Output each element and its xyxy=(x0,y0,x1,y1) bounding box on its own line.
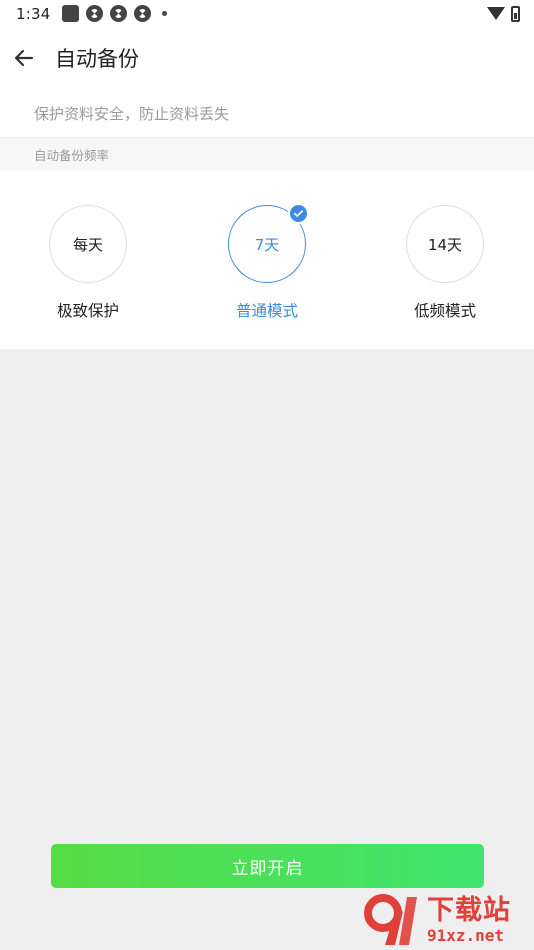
option-label: 低频模式 xyxy=(413,302,476,320)
battery-icon xyxy=(511,5,520,22)
notification-icons xyxy=(62,5,168,22)
option-14-days[interactable]: 14天 低频模式 xyxy=(385,205,505,321)
status-time: 1:34 xyxy=(16,4,51,23)
dot-icon xyxy=(162,11,168,16)
frequency-options: 每天 极致保护 7天 普通模式 14天 低频模式 xyxy=(0,171,534,349)
pinwheel-icon xyxy=(86,5,104,22)
watermark-url: 91xz.net xyxy=(427,925,505,945)
system-icons xyxy=(487,5,520,22)
watermark-name: 下载站 xyxy=(427,894,511,926)
option-circle[interactable]: 7天 xyxy=(228,203,309,283)
wifi-icon xyxy=(487,7,505,20)
pinwheel-icon xyxy=(110,5,128,22)
status-bar: 1:34 xyxy=(0,0,534,27)
option-daily[interactable]: 每天 极致保护 xyxy=(28,205,148,321)
page-subtitle: 保护资料安全，防止资料丢失 xyxy=(0,89,534,137)
option-label: 极致保护 xyxy=(56,302,119,320)
option-label: 普通模式 xyxy=(235,302,298,320)
app-bar: 自动备份 xyxy=(0,27,534,89)
option-circle-text: 14天 xyxy=(427,235,463,254)
watermark-text: 下载站 91xz.net xyxy=(427,897,511,944)
option-circle[interactable]: 14天 xyxy=(406,205,484,283)
option-circle-text: 7天 xyxy=(254,235,280,254)
arrow-left-icon xyxy=(14,49,34,67)
start-now-button[interactable]: 立即开启 xyxy=(51,844,484,888)
option-circle[interactable]: 每天 xyxy=(49,205,127,283)
section-header: 自动备份频率 xyxy=(0,137,534,171)
square-icon xyxy=(62,5,80,22)
back-button[interactable] xyxy=(2,36,46,80)
page-title: 自动备份 xyxy=(55,47,139,71)
watermark: 下载站 91xz.net xyxy=(363,890,534,950)
option-circle-text: 每天 xyxy=(72,235,103,254)
pinwheel-icon xyxy=(134,5,152,22)
check-icon xyxy=(288,203,309,224)
option-7-days[interactable]: 7天 普通模式 xyxy=(207,203,327,321)
section-label: 自动备份频率 xyxy=(34,148,110,163)
subtitle-text: 保护资料安全，防止资料丢失 xyxy=(34,104,230,123)
watermark-logo-icon xyxy=(363,891,421,949)
